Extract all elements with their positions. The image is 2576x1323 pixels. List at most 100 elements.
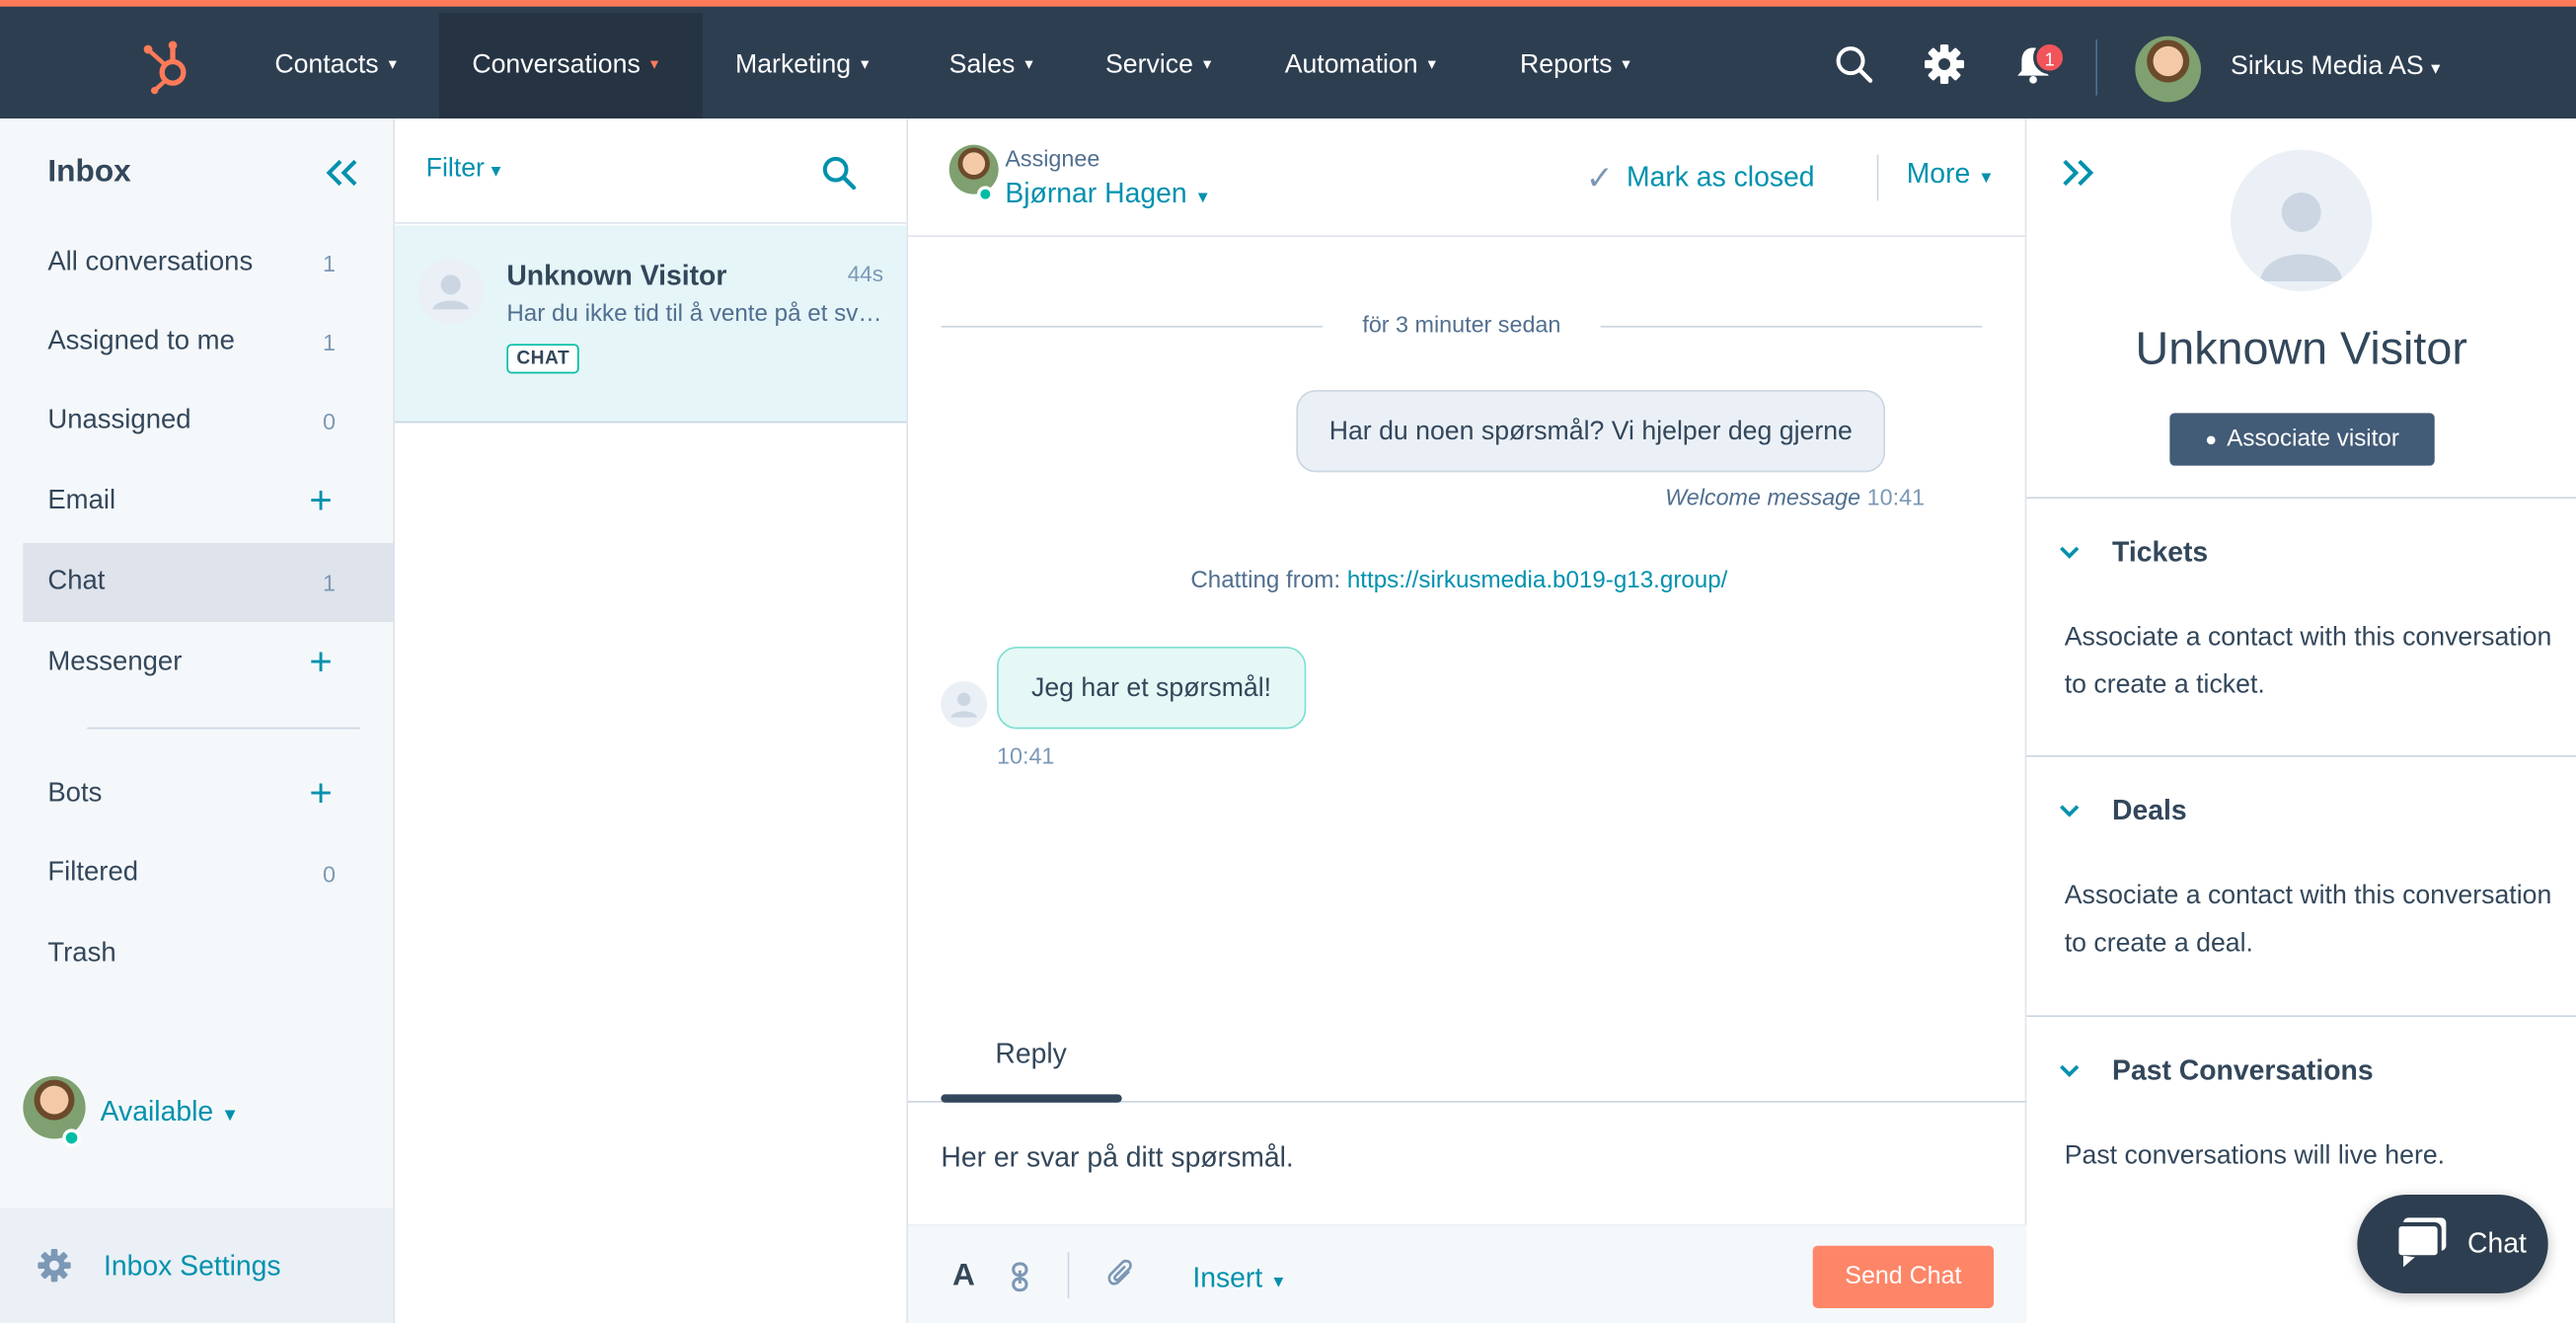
gear-icon bbox=[38, 1249, 71, 1283]
sidebar-title: Inbox bbox=[47, 154, 131, 190]
status-dropdown[interactable]: Available ▼ bbox=[101, 1096, 240, 1128]
time-divider: för 3 minuter sedan bbox=[941, 309, 1983, 342]
chevron-down-icon: ▾ bbox=[388, 55, 397, 75]
sidebar-item-all-conversations[interactable]: All conversations 1 bbox=[23, 224, 395, 303]
sidebar-item-chat[interactable]: Chat 1 bbox=[23, 543, 396, 623]
add-messenger-button[interactable]: + bbox=[309, 640, 332, 686]
avatar bbox=[2135, 36, 2202, 103]
expand-double-chevron-icon[interactable] bbox=[2060, 155, 2096, 192]
person-icon bbox=[941, 681, 988, 728]
sidebar-item-messenger[interactable]: Messenger + bbox=[23, 624, 395, 703]
person-icon bbox=[417, 258, 485, 325]
toolbar-divider bbox=[1067, 1252, 1070, 1299]
caret-down-icon: ▼ bbox=[1194, 189, 1212, 208]
conversation-preview: Har du ikke tid til å vente på et svar? … bbox=[506, 301, 894, 328]
section-title-tickets[interactable]: Tickets bbox=[2112, 536, 2208, 569]
inbox-settings-link[interactable]: Inbox Settings bbox=[0, 1207, 394, 1323]
account-name: Sirkus Media AS ▾ bbox=[2231, 52, 2441, 81]
inbox-sidebar: Inbox All conversations 1 Assigned to me 1… bbox=[0, 118, 396, 1323]
welcome-message-bubble: Har du noen spørsmål? Vi hjelper deg gje… bbox=[1296, 390, 1886, 473]
reply-composer[interactable]: Her er svar på ditt spørsmål. bbox=[941, 1142, 1293, 1175]
contact-name: Unknown Visitor bbox=[2135, 322, 2467, 374]
channel-tag: CHAT bbox=[506, 344, 580, 374]
nav-conversations[interactable]: Conversations ▾ bbox=[439, 13, 703, 119]
active-tab-indicator bbox=[941, 1094, 1122, 1103]
section-divider bbox=[2026, 755, 2576, 757]
chevron-down-icon[interactable] bbox=[2058, 1063, 2081, 1080]
checkmark-icon: ✓ bbox=[1585, 161, 1614, 198]
welcome-message-meta: Welcome message 10:41 bbox=[1665, 484, 1926, 510]
thread-header: Assignee Bjørnar Hagen ▼ ✓ Mark as closed… bbox=[908, 118, 2027, 238]
contact-panel: Unknown Visitor ● Associate visitor Ticke… bbox=[2026, 118, 2576, 1323]
conversation-list-header: Filter ▼ bbox=[395, 118, 907, 224]
nav-sales[interactable]: Sales ▾ bbox=[916, 13, 1066, 118]
link-icon[interactable] bbox=[1009, 1262, 1031, 1292]
assignee-label: Assignee bbox=[1005, 144, 1100, 172]
caret-down-icon: ▼ bbox=[1270, 1274, 1287, 1292]
paperclip-icon[interactable] bbox=[1107, 1259, 1137, 1291]
conversation-card[interactable]: Unknown Visitor 44s Har du ikke tid til … bbox=[395, 225, 907, 424]
nav-contacts[interactable]: Contacts ▾ bbox=[242, 13, 429, 118]
nav-marketing[interactable]: Marketing ▾ bbox=[703, 13, 902, 118]
nav-service[interactable]: Service ▾ bbox=[1073, 13, 1245, 118]
avatar bbox=[948, 144, 999, 195]
person-icon bbox=[2231, 149, 2373, 292]
chevron-down-icon: ▾ bbox=[1622, 55, 1630, 75]
collapse-double-chevron-icon[interactable] bbox=[324, 155, 360, 192]
send-chat-button[interactable]: Send Chat bbox=[1812, 1245, 1995, 1309]
header-divider bbox=[1876, 154, 1879, 201]
chevron-down-icon: ▾ bbox=[649, 55, 659, 75]
nav-automation[interactable]: Automation ▾ bbox=[1251, 13, 1469, 118]
sidebar-item-bots[interactable]: Bots + bbox=[23, 755, 395, 834]
visitor-message-bubble: Jeg har et spørsmål! bbox=[997, 647, 1307, 730]
sidebar-item-unassigned[interactable]: Unassigned 0 bbox=[23, 382, 395, 461]
online-indicator bbox=[977, 186, 994, 203]
section-divider bbox=[2026, 497, 2576, 500]
section-body-deals: Associate a contact with this conversati… bbox=[2064, 882, 2552, 959]
chatting-from: Chatting from: https://sirkusmedia.b019-… bbox=[1190, 568, 1728, 594]
composer-toolbar: A Insert ▼ Send Chat bbox=[908, 1224, 2027, 1323]
section-title-past-conversations[interactable]: Past Conversations bbox=[2112, 1054, 2374, 1087]
conversation-thread: Assignee Bjørnar Hagen ▼ ✓ Mark as closed… bbox=[908, 118, 2027, 1323]
sidebar-divider bbox=[87, 727, 361, 730]
associate-visitor-button[interactable]: ● Associate visitor bbox=[2169, 413, 2435, 466]
insert-dropdown[interactable]: Insert ▼ bbox=[1192, 1262, 1286, 1294]
top-nav: Contacts ▾ Conversations ▾ Marketing ▾ Sale… bbox=[0, 0, 2576, 119]
gear-icon[interactable] bbox=[1923, 42, 1965, 85]
caret-down-icon: ▼ bbox=[1978, 169, 1995, 189]
more-dropdown[interactable]: More ▼ bbox=[1907, 158, 1995, 191]
person-icon: ● bbox=[2205, 428, 2218, 451]
chatting-from-link[interactable]: https://sirkusmedia.b019-g13.group/ bbox=[1347, 568, 1728, 594]
section-divider bbox=[2026, 1015, 2576, 1018]
caret-down-icon: ▼ bbox=[488, 163, 504, 182]
chevron-down-icon[interactable] bbox=[2058, 803, 2081, 819]
section-title-deals[interactable]: Deals bbox=[2112, 795, 2187, 827]
search-icon[interactable] bbox=[1833, 42, 1875, 85]
chevron-down-icon: ▾ bbox=[1427, 55, 1436, 75]
mark-as-closed-button[interactable]: ✓ Mark as closed bbox=[1586, 158, 1815, 199]
chevron-down-icon: ▾ bbox=[1024, 55, 1033, 75]
chevron-down-icon[interactable] bbox=[2058, 545, 2081, 562]
sidebar-item-trash[interactable]: Trash bbox=[23, 915, 395, 994]
online-indicator bbox=[62, 1128, 81, 1147]
nav-reports[interactable]: Reports ▾ bbox=[1487, 13, 1663, 118]
chat-launcher-button[interactable]: Chat bbox=[2357, 1195, 2548, 1294]
tab-reply[interactable]: Reply bbox=[995, 1039, 1066, 1071]
search-icon[interactable] bbox=[821, 155, 858, 192]
conversation-time: 44s bbox=[847, 262, 884, 287]
sidebar-item-email[interactable]: Email + bbox=[23, 462, 395, 541]
add-email-button[interactable]: + bbox=[309, 479, 332, 525]
sidebar-item-assigned-to-me[interactable]: Assigned to me 1 bbox=[23, 303, 395, 382]
text-format-button[interactable]: A bbox=[952, 1259, 975, 1295]
section-body-past-conversations: Past conversations will live here. bbox=[2064, 1141, 2446, 1171]
visitor-message-time: 10:41 bbox=[997, 741, 1055, 769]
add-bot-button[interactable]: + bbox=[309, 772, 332, 818]
section-body-tickets: Associate a contact with this conversati… bbox=[2064, 623, 2552, 700]
filter-dropdown[interactable]: Filter ▼ bbox=[426, 155, 504, 185]
sidebar-item-filtered[interactable]: Filtered 0 bbox=[23, 834, 395, 913]
chevron-down-icon: ▾ bbox=[2431, 59, 2441, 80]
chat-bubble-icon bbox=[2394, 1217, 2447, 1268]
assignee-dropdown[interactable]: Bjørnar Hagen ▼ bbox=[1005, 178, 1211, 210]
nav-divider bbox=[2095, 39, 2098, 96]
hubspot-logo-icon[interactable] bbox=[141, 37, 193, 96]
